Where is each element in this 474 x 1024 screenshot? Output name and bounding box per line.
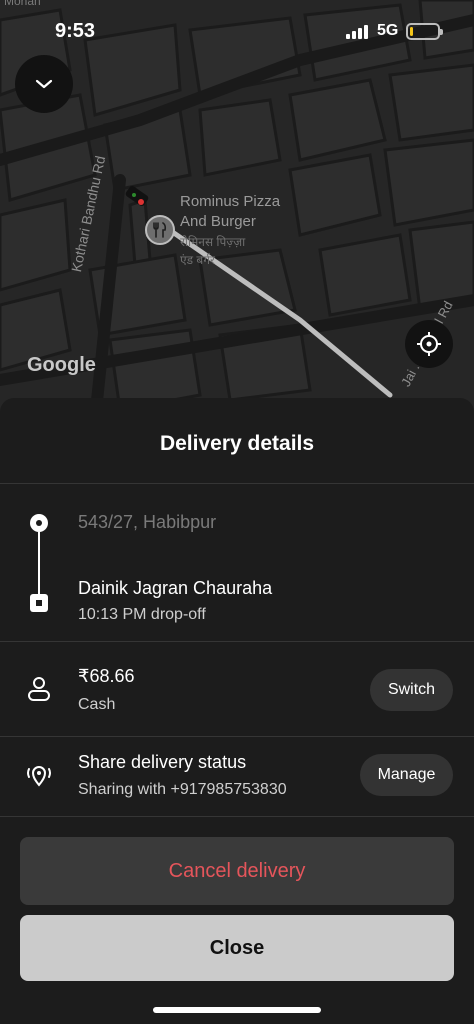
poi-name-line1: Rominus Pizza [180, 193, 281, 210]
divider [0, 483, 474, 484]
pickup-dot-icon [30, 514, 48, 532]
poi-name-hindi: रोमिनस पिज़्ज़ा एंड बर्गर [180, 233, 245, 269]
route-section: 543/27, Habibpur Dainik Jagran Chauraha … [0, 506, 474, 636]
payment-row: ₹68.66 Cash Switch [0, 642, 474, 736]
restaurant-pin-icon[interactable] [145, 215, 175, 245]
cancel-delivery-button[interactable]: Cancel delivery [20, 837, 454, 905]
share-status-subtitle: Sharing with +917985753830 [78, 781, 287, 798]
poi-hindi-line2: एंड बर्गर [180, 253, 215, 267]
google-attribution: Google [27, 354, 96, 376]
dropoff-square-icon [30, 594, 48, 612]
location-share-icon [24, 760, 54, 790]
share-status-title: Share delivery status [78, 752, 247, 772]
status-bar: 9:53 5G [0, 0, 474, 64]
status-time: 9:53 [55, 20, 96, 42]
fare-amount: ₹68.66 [78, 666, 135, 686]
switch-payment-button[interactable]: Switch [370, 669, 453, 711]
recenter-button[interactable] [405, 320, 453, 368]
chevron-down-icon [35, 79, 53, 89]
signal-icon [346, 24, 372, 39]
poi-hindi-line1: रोमिनस पिज़्ज़ा [180, 235, 246, 249]
network-type: 5G [377, 22, 399, 39]
sheet-title: Delivery details [159, 432, 315, 455]
close-button[interactable]: Close [20, 915, 454, 981]
payment-method: Cash [78, 696, 116, 713]
person-icon [24, 674, 54, 704]
dropoff-address: Dainik Jagran Chauraha [78, 578, 273, 598]
delivery-details-sheet: Delivery details 543/27, Habibpur Dainik… [0, 398, 474, 1024]
home-indicator[interactable] [153, 1007, 321, 1013]
battery-icon [406, 23, 443, 40]
battery-level [410, 27, 413, 36]
pickup-address: 543/27, Habibpur [78, 512, 217, 532]
route-connector [38, 532, 40, 594]
manage-sharing-button[interactable]: Manage [360, 754, 453, 796]
poi-name-line2: And Burger [180, 213, 256, 230]
dropoff-time: 10:13 PM drop-off [78, 606, 206, 623]
crosshair-icon [417, 332, 441, 356]
divider [0, 816, 474, 817]
poi-name[interactable]: Rominus Pizza And Burger [180, 192, 280, 232]
